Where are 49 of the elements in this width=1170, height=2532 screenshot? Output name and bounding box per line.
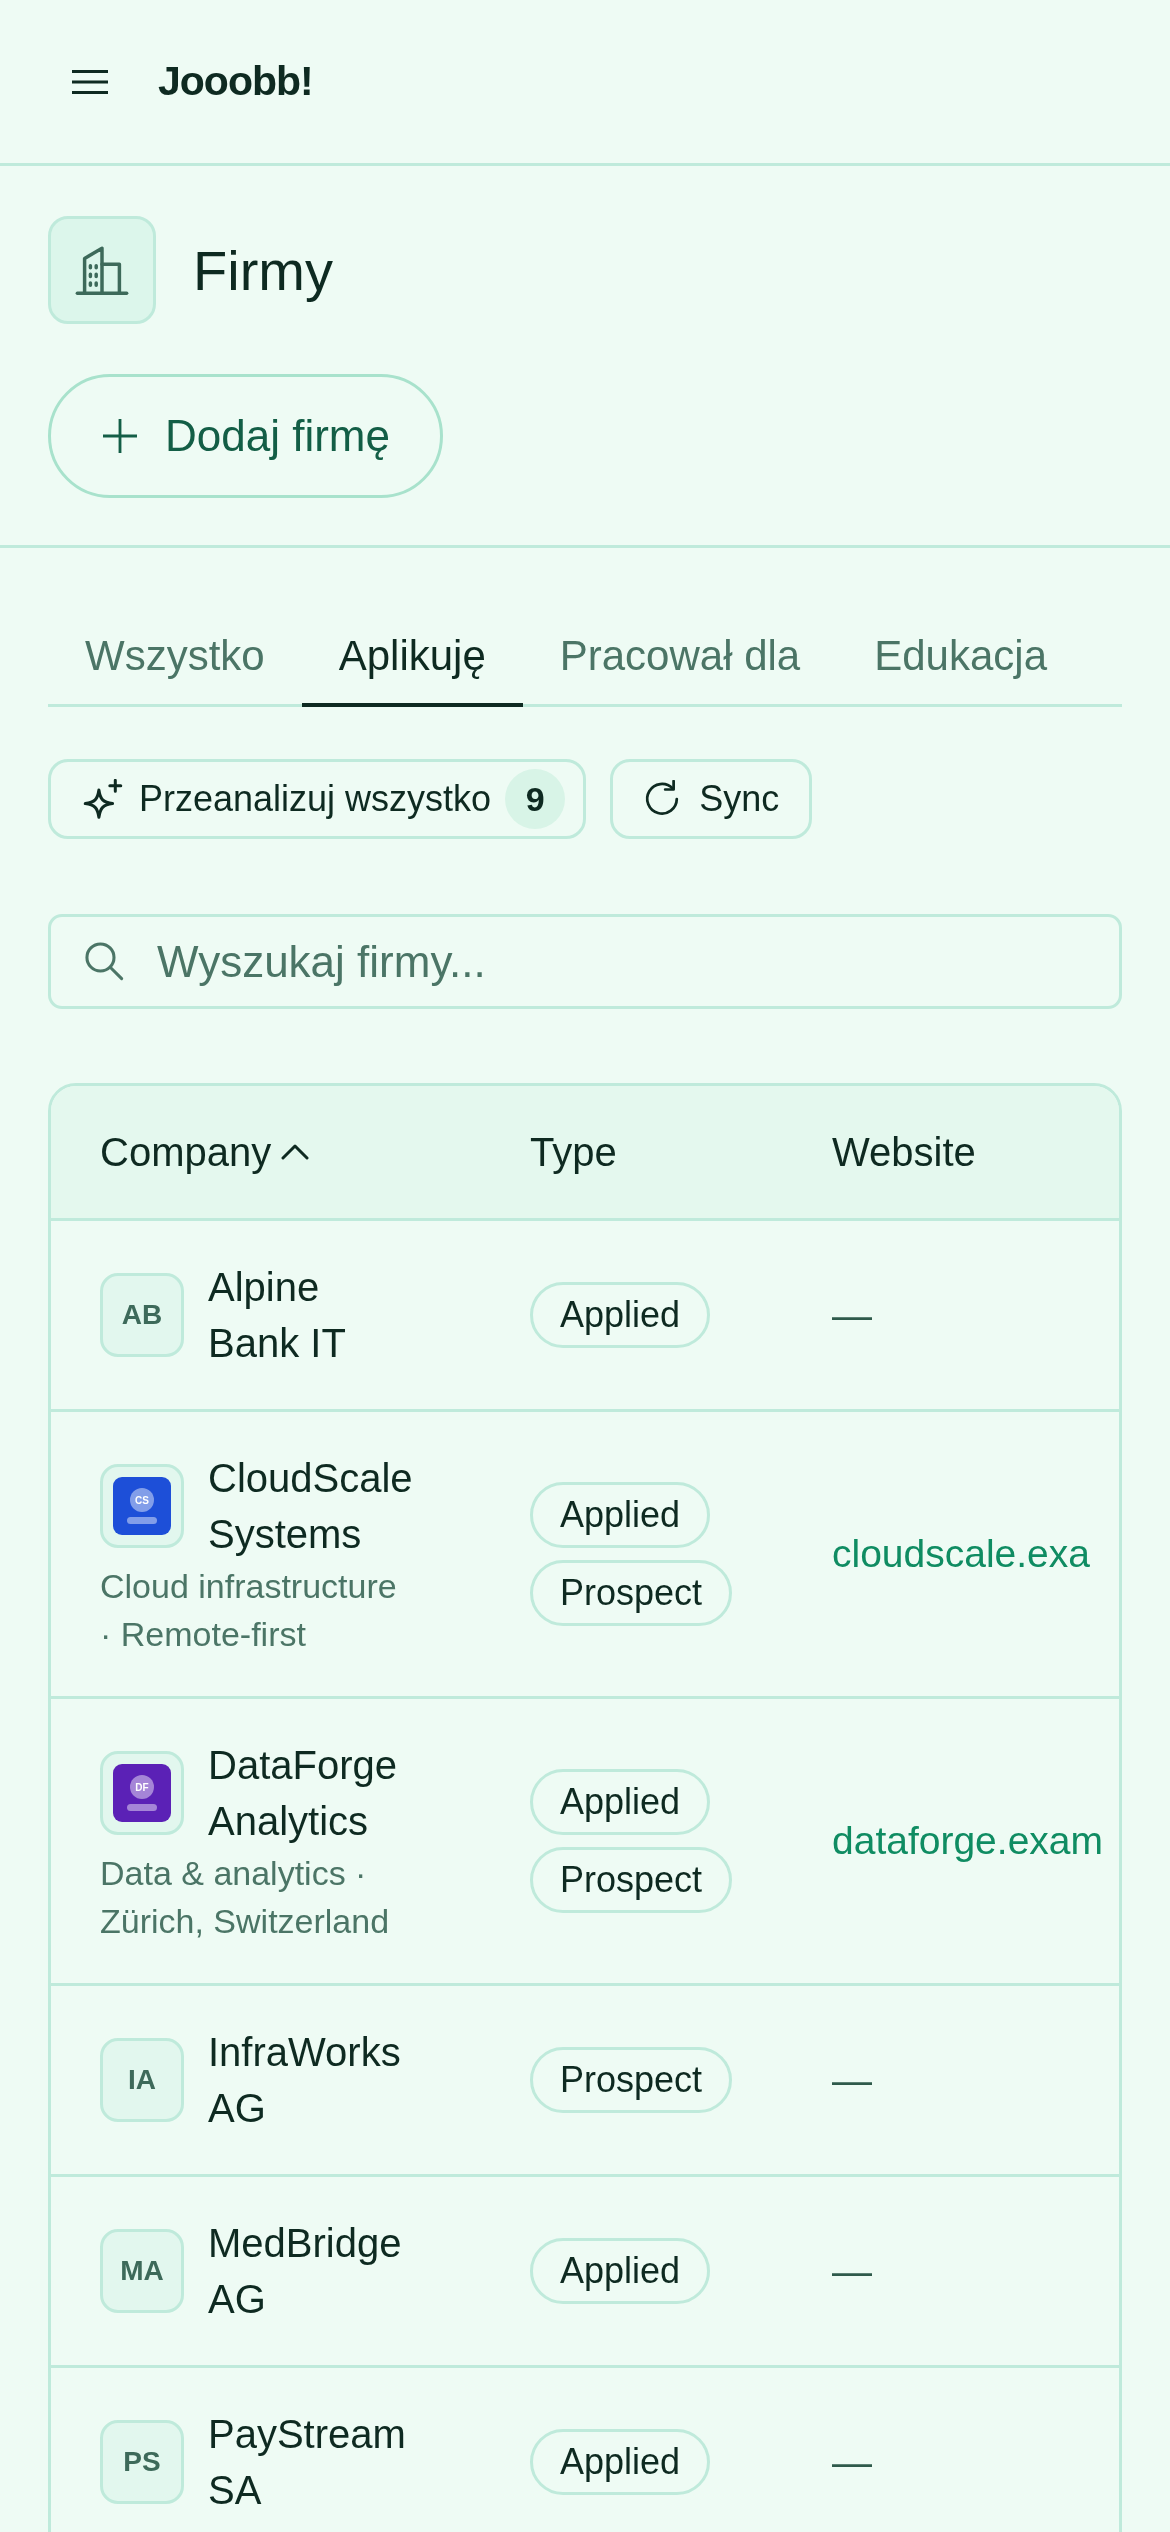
tab[interactable]: Wszystko bbox=[48, 608, 302, 707]
type-tag: Applied bbox=[530, 1282, 711, 1348]
initials-avatar: PS bbox=[100, 2420, 184, 2504]
company-name: InfraWorks AG bbox=[208, 2029, 402, 2132]
logo-initials: CS bbox=[130, 1488, 154, 1512]
analyze-all-button[interactable]: Przeanalizuj wszystko 9 bbox=[48, 759, 587, 839]
tab[interactable]: Edukacja bbox=[837, 608, 1084, 707]
building-icon bbox=[48, 216, 156, 324]
bar-icon bbox=[127, 1517, 157, 1524]
page-title: Firmy bbox=[193, 237, 333, 303]
company-name: DataForge Analytics bbox=[208, 1742, 398, 1845]
company-name: PayStream SA bbox=[208, 2411, 407, 2514]
initials-avatar: IA bbox=[100, 2038, 184, 2122]
column-header[interactable]: Website bbox=[832, 1129, 976, 1175]
company-name: Alpine Bank IT bbox=[208, 1264, 347, 1367]
initials-avatar: AB bbox=[100, 1273, 184, 1357]
sync-button[interactable]: Sync bbox=[610, 759, 813, 839]
company-name: CloudScale Systems bbox=[208, 1455, 414, 1558]
company-description: Data & analytics · Zürich, Switzerland bbox=[100, 1853, 391, 1942]
empty-value: — bbox=[832, 2057, 872, 2102]
company-description: Cloud infrastructure · Remote-first bbox=[100, 1566, 398, 1655]
type-tag: Prospect bbox=[530, 1560, 733, 1626]
add-company-button[interactable]: Dodaj firmę bbox=[48, 374, 443, 498]
empty-value: — bbox=[832, 1292, 872, 1337]
empty-value: — bbox=[832, 2439, 872, 2484]
bar-icon bbox=[127, 1804, 157, 1811]
logo-initials: DF bbox=[130, 1775, 154, 1799]
app-name: Jooobb! bbox=[158, 58, 313, 105]
type-tag: Prospect bbox=[530, 1847, 733, 1913]
type-tag: Applied bbox=[530, 1482, 711, 1548]
company-name: MedBridge AG bbox=[208, 2220, 403, 2323]
type-tag: Applied bbox=[530, 1769, 711, 1835]
empty-value: — bbox=[832, 2248, 872, 2293]
search-icon bbox=[84, 941, 124, 981]
count-badge: 9 bbox=[505, 769, 566, 829]
tab[interactable]: Pracował dla bbox=[522, 608, 838, 707]
sparkle-icon bbox=[81, 778, 125, 820]
website-link[interactable]: dataforge.exam bbox=[832, 1819, 1103, 1862]
tab[interactable]: Aplikuję bbox=[301, 608, 523, 707]
search-field[interactable]: Wyszukaj firmy... bbox=[48, 914, 1122, 1009]
type-tag: Applied bbox=[530, 2429, 711, 2495]
plus-icon bbox=[103, 419, 137, 453]
menu-icon[interactable] bbox=[72, 69, 108, 94]
website-link[interactable]: cloudscale.exa bbox=[832, 1532, 1090, 1575]
type-tag: Applied bbox=[530, 2238, 711, 2304]
initials-avatar: MA bbox=[100, 2229, 184, 2313]
column-header[interactable]: Company bbox=[100, 1129, 310, 1175]
type-tag: Prospect bbox=[530, 2047, 733, 2113]
column-header[interactable]: Type bbox=[530, 1129, 617, 1175]
